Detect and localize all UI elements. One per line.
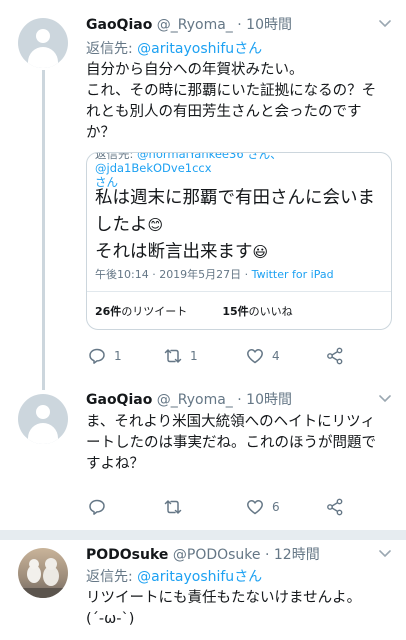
tweet-3[interactable]: PODOsuke @PODOsuke · 12時間 返信先: @aritayos… <box>0 540 406 640</box>
quoted-reply-to: 返信先: @normalYankee36 さん、@jda1BekODve1ccx… <box>95 152 282 189</box>
display-name[interactable]: GaoQiao <box>86 392 152 408</box>
like-count: 4 <box>272 349 280 363</box>
reply-button[interactable]: 1 <box>88 347 122 365</box>
share-icon <box>327 498 343 516</box>
retweets-stat[interactable]: 26件のリツイート <box>95 305 187 318</box>
reply-to-line: 返信先: @aritayoshifuさん <box>86 41 263 57</box>
quoted-stats: 26件のリツイート 15件のいいね <box>95 303 293 319</box>
avatar-default[interactable] <box>18 394 68 444</box>
default-avatar-icon <box>36 405 50 419</box>
tweet-header: PODOsuke @PODOsuke · 12時間 <box>86 547 320 563</box>
likes-stat[interactable]: 15件のいいね <box>222 305 292 318</box>
default-avatar-icon <box>36 29 50 43</box>
reply-to-handle[interactable]: @aritayoshifu <box>137 569 234 585</box>
quoted-divider <box>87 291 391 292</box>
retweet-count: 1 <box>190 349 198 363</box>
reply-icon <box>89 499 105 515</box>
retweet-icon <box>164 500 182 514</box>
tweet-actions: 1 1 4 <box>86 347 386 367</box>
tweet-time[interactable]: 10時間 <box>246 392 292 408</box>
tweet-time[interactable]: 10時間 <box>246 17 292 33</box>
tweet-text: リツイートにも責任もたないけませんよ。 (´-ω-`) <box>86 590 362 627</box>
reply-count: 1 <box>114 349 122 363</box>
grinning-face-emoji: 😃 <box>252 243 269 261</box>
like-button[interactable]: 6 <box>246 498 280 516</box>
tweet-time[interactable]: 12時間 <box>274 547 320 563</box>
reply-button[interactable] <box>88 498 106 516</box>
retweet-button[interactable] <box>164 498 182 516</box>
share-button[interactable] <box>326 347 344 365</box>
quoted-text: 私は週末に那覇で有田さんに会いま したよ😊 それは断言出来ます😃 <box>95 188 375 262</box>
chevron-down-icon[interactable] <box>378 546 392 560</box>
like-icon <box>247 500 263 515</box>
tweet-text: ま、それより米国大統領へのヘイトにリツィ ートしたのは事実だね。これのほうが問題… <box>86 414 376 472</box>
section-divider <box>0 530 406 540</box>
retweet-icon <box>164 349 182 363</box>
tweet-text: 自分から自分への年賀状みたい。 これ、その時に那覇にいた証拠になるの？そ れとも… <box>86 62 377 141</box>
via-link[interactable]: Twitter for iPad <box>252 268 334 281</box>
like-icon <box>247 349 263 364</box>
reply-icon <box>89 348 105 364</box>
share-icon <box>327 347 343 365</box>
chevron-down-icon[interactable] <box>378 16 392 30</box>
quoted-tweet[interactable]: 返信先: @normalYankee36 さん、@jda1BekODve1ccx… <box>86 152 392 330</box>
user-handle[interactable]: @PODOsuke <box>173 547 261 563</box>
display-name[interactable]: GaoQiao <box>86 17 152 33</box>
tweet-header: GaoQiao @_Ryoma_ · 10時間 <box>86 392 292 408</box>
avatar-default[interactable] <box>18 18 68 68</box>
smiling-face-emoji: 😊 <box>147 216 164 234</box>
user-handle[interactable]: @_Ryoma_ <box>157 392 233 408</box>
tweet-1[interactable]: GaoQiao @_Ryoma_ · 10時間 返信先: @aritayoshi… <box>0 0 406 380</box>
user-handle[interactable]: @_Ryoma_ <box>157 17 233 33</box>
chevron-down-icon[interactable] <box>378 391 392 405</box>
quoted-timestamp: 午後10:14 · 2019年5月27日 · Twitter for iPad <box>95 268 334 281</box>
display-name[interactable]: PODOsuke <box>86 547 168 563</box>
tweet-actions: 6 <box>86 498 386 518</box>
like-button[interactable]: 4 <box>246 347 280 365</box>
avatar-photo[interactable] <box>18 548 68 598</box>
tweet-header: GaoQiao @_Ryoma_ · 10時間 <box>86 17 292 33</box>
reply-to-line: 返信先: @aritayoshifuさん <box>86 569 263 585</box>
like-count: 6 <box>272 500 280 514</box>
tweet-2[interactable]: GaoQiao @_Ryoma_ · 10時間 ま、それより米国大統領へのヘイト… <box>0 382 406 532</box>
share-button[interactable] <box>326 498 344 516</box>
reply-to-handle[interactable]: @aritayoshifu <box>137 41 234 57</box>
figurine-avatar-icon <box>18 558 68 598</box>
retweet-button[interactable]: 1 <box>164 347 198 365</box>
